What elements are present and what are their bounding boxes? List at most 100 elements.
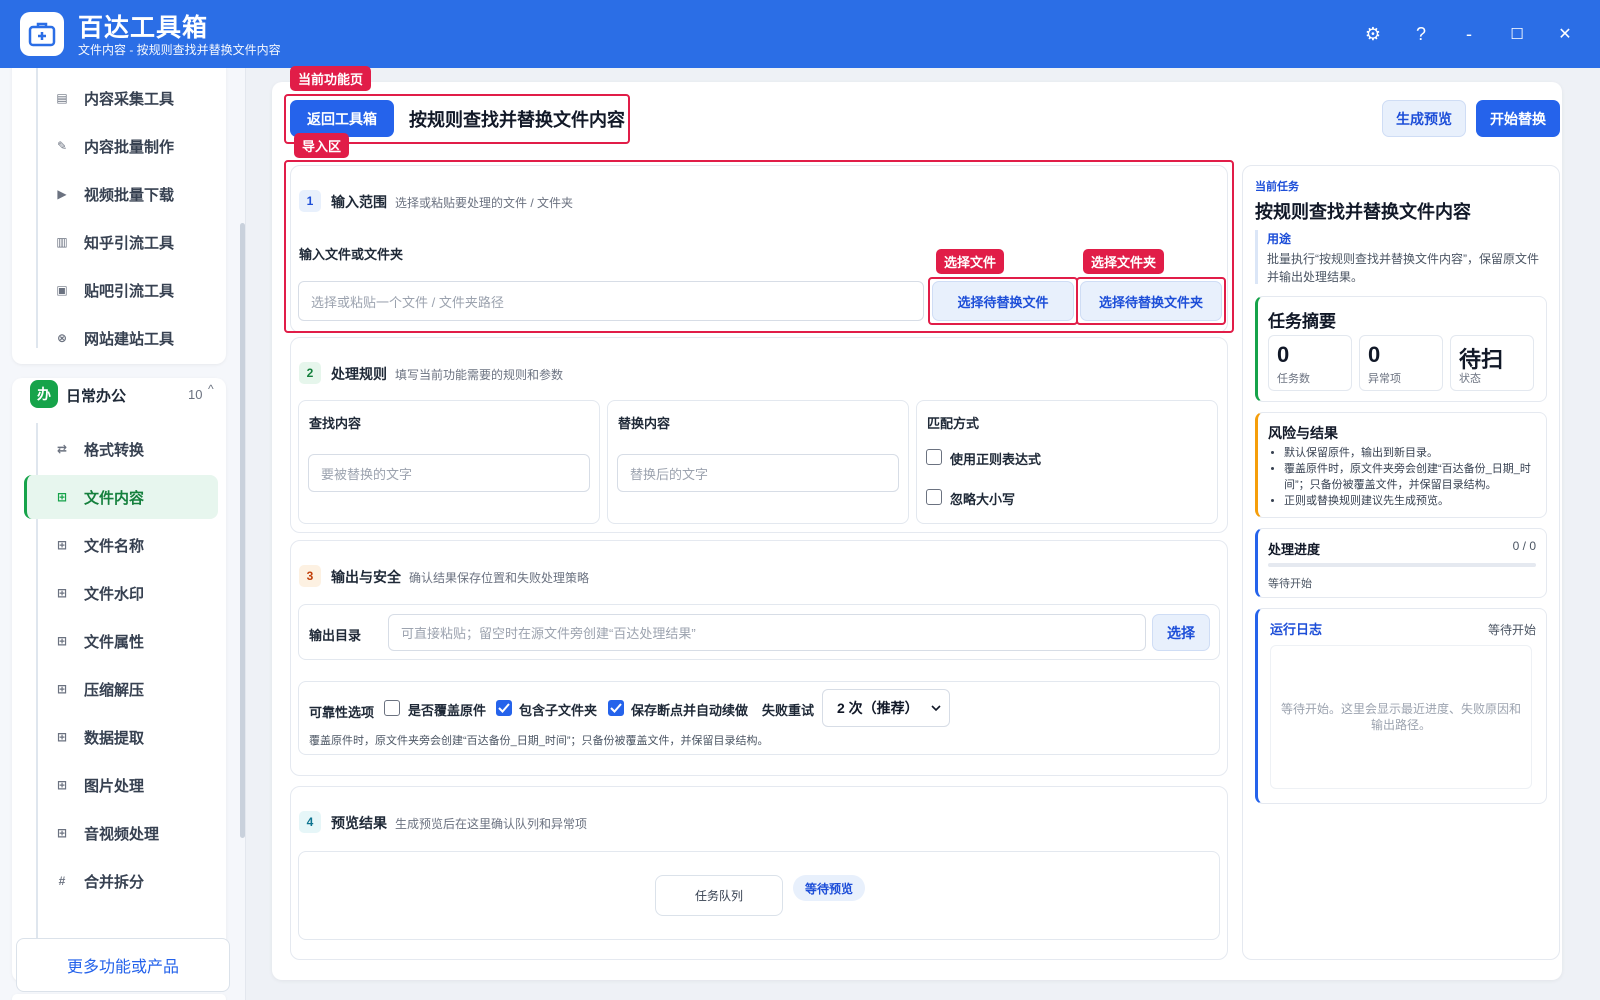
replace-input[interactable]: 替换后的文字 <box>617 454 899 492</box>
sidebar-item-label: 合并拆分 <box>84 873 145 891</box>
sidebar-item[interactable]: ⊞ 音视频处理 <box>24 811 218 855</box>
subfolder-label: 包含子文件夹 <box>519 703 598 718</box>
video-icon: ▶ <box>57 187 67 201</box>
sidebar-item[interactable]: ▶ 视频批量下载 <box>24 172 218 216</box>
sidebar-item-label: 格式转换 <box>84 441 145 459</box>
help-icon[interactable]: ? <box>1406 20 1436 48</box>
chevron-up-icon[interactable]: ^ <box>208 382 214 396</box>
stat-label: 异常项 <box>1368 373 1401 385</box>
overwrite-checkbox[interactable] <box>384 700 400 716</box>
purpose-text: 批量执行“按规则查找并替换文件内容”，保留原文件并输出处理结果。 <box>1267 252 1539 284</box>
sidebar-item[interactable]: ▤ 内容采集工具 <box>24 76 218 120</box>
minimize-button[interactable]: - <box>1454 20 1484 48</box>
group-title: 日常办公 <box>66 388 127 405</box>
sidebar-item[interactable]: ▥ 知乎引流工具 <box>24 220 218 264</box>
grid-icon: ⊞ <box>56 490 68 504</box>
overwrite-label: 是否覆盖原件 <box>408 703 487 718</box>
section-title: 输出与安全 <box>331 569 401 585</box>
choose-file-button[interactable]: 选择待替换文件 <box>932 281 1074 321</box>
ignore-case-label: 忽略大小写 <box>950 492 1016 507</box>
sidebar-item[interactable]: ⊗ 网站建站工具 <box>24 316 218 360</box>
sidebar-item[interactable]: ▣ 贴吧引流工具 <box>24 268 218 312</box>
hash-icon: # <box>58 874 66 888</box>
grid-icon: ⊞ <box>56 586 68 600</box>
swap-icon: ⇄ <box>56 442 68 456</box>
sidebar-item[interactable]: # 合并拆分 <box>24 859 218 903</box>
chevron-down-icon <box>931 705 941 712</box>
settings-icon[interactable]: ⚙ <box>1358 20 1388 48</box>
replace-label: 替换内容 <box>618 416 671 431</box>
choose-file-tag: 选择文件 <box>936 249 1005 274</box>
sidebar-item-label: 网站建站工具 <box>84 330 175 348</box>
stat-error-count: 0 异常项 <box>1359 335 1443 391</box>
grid-icon: ⊞ <box>56 538 68 552</box>
log-title: 运行日志 <box>1270 622 1323 637</box>
title-bar: 百达工具箱 文件内容 - 按规则查找并替换文件内容 ⚙ ? - ☐ ✕ <box>0 0 1600 68</box>
sidebar-item[interactable]: ⊞ 文件内容 <box>24 475 218 519</box>
progress-card: 处理进度 0 / 0 等待开始 <box>1255 528 1547 598</box>
section-title: 预览结果 <box>331 815 387 831</box>
check-icon <box>498 703 510 713</box>
resume-checkbox[interactable] <box>608 700 624 716</box>
sidebar-item-label: 内容采集工具 <box>84 90 175 108</box>
globe-icon: ⊗ <box>56 331 68 345</box>
sidebar-item-label: 视频批量下载 <box>84 186 175 204</box>
sidebar-item-label: 数据提取 <box>84 729 145 747</box>
maximize-button[interactable]: ☐ <box>1502 20 1532 48</box>
grid-icon: ⊞ <box>56 634 68 648</box>
sidebar-item[interactable]: ⊞ 图片处理 <box>24 763 218 807</box>
risk-card: 风险与结果 默认保留原件，输出到新目录。 覆盖原件时，原文件夹旁会创建“百达备份… <box>1255 412 1547 518</box>
section-description: 确认结果保存位置和失败处理策略 <box>409 571 590 585</box>
section-description: 填写当前功能需要的规则和参数 <box>395 368 564 382</box>
import-area-tag: 导入区 <box>294 133 350 158</box>
purpose-accent <box>1255 230 1258 284</box>
sidebar-item-label: 文件属性 <box>84 633 145 651</box>
more-products-button[interactable]: 更多功能或产品 <box>16 938 230 992</box>
find-label: 查找内容 <box>309 416 362 431</box>
current-page-tag: 当前功能页 <box>290 66 372 91</box>
sidebar-item[interactable]: ✎ 内容批量制作 <box>24 124 218 168</box>
stat-value: 0 <box>1277 342 1290 367</box>
retry-select[interactable]: 2 次（推荐） <box>822 689 950 727</box>
output-dir-label: 输出目录 <box>309 628 362 643</box>
choose-folder-button[interactable]: 选择待替换文件夹 <box>1080 281 1222 321</box>
sidebar-scrollbar[interactable] <box>240 223 245 838</box>
sidebar-item-label: 知乎引流工具 <box>84 234 175 252</box>
choose-output-button[interactable]: 选择 <box>1152 614 1210 651</box>
close-button[interactable]: ✕ <box>1550 20 1580 48</box>
output-dir-input[interactable]: 可直接粘贴；留空时在源文件旁创建“百达处理结果” <box>388 614 1146 651</box>
generate-preview-button[interactable]: 生成预览 <box>1382 100 1466 137</box>
subfolder-checkbox[interactable] <box>496 700 512 716</box>
section-title: 处理规则 <box>331 366 387 382</box>
sidebar-item[interactable]: ⊞ 文件水印 <box>24 571 218 615</box>
match-label: 匹配方式 <box>927 416 980 431</box>
ignore-case-checkbox[interactable] <box>926 489 942 505</box>
app-logo-icon <box>20 12 64 56</box>
progress-title: 处理进度 <box>1268 542 1321 557</box>
start-replace-button[interactable]: 开始替换 <box>1476 100 1560 137</box>
risk-item: 默认保留原件，输出到新目录。 <box>1284 445 1542 461</box>
regex-checkbox[interactable] <box>926 449 942 465</box>
check-icon <box>610 703 622 713</box>
sidebar-item-label: 文件水印 <box>84 585 145 603</box>
sidebar-item[interactable]: ⊞ 压缩解压 <box>24 667 218 711</box>
sidebar-item[interactable]: ⊞ 文件属性 <box>24 619 218 663</box>
current-task-label: 当前任务 <box>1255 181 1299 193</box>
group-count: 10 <box>188 387 203 402</box>
sidebar-item[interactable]: ⊞ 数据提取 <box>24 715 218 759</box>
back-to-toolbox-button[interactable]: 返回工具箱 <box>290 100 394 137</box>
sidebar-item[interactable]: ⊞ 文件名称 <box>24 523 218 567</box>
sidebar-item[interactable]: ⇄ 格式转换 <box>24 427 218 471</box>
sidebar-item-label: 文件内容 <box>84 489 145 507</box>
right-task-panel: 当前任务 按规则查找并替换文件内容 用途 批量执行“按规则查找并替换文件内容”，… <box>1242 165 1560 960</box>
risk-item: 覆盖原件时，原文件夹旁会创建“百达备份_日期_时间”；只备份被覆盖文件，并保留目… <box>1284 461 1542 493</box>
find-input[interactable]: 要被替换的文字 <box>308 454 590 492</box>
step-number: 4 <box>299 811 321 833</box>
stat-status: 待扫 状态 <box>1450 335 1534 391</box>
input-path-field[interactable]: 选择或粘贴一个文件 / 文件夹路径 <box>298 281 924 321</box>
sidebar-item-label: 压缩解压 <box>84 681 145 699</box>
progress-status: 等待开始 <box>1268 578 1312 590</box>
sidebar-next-group <box>12 994 226 1000</box>
group-header-office[interactable]: 办 日常办公 10 ^ <box>12 370 226 416</box>
sidebar-item-label: 图片处理 <box>84 777 145 795</box>
